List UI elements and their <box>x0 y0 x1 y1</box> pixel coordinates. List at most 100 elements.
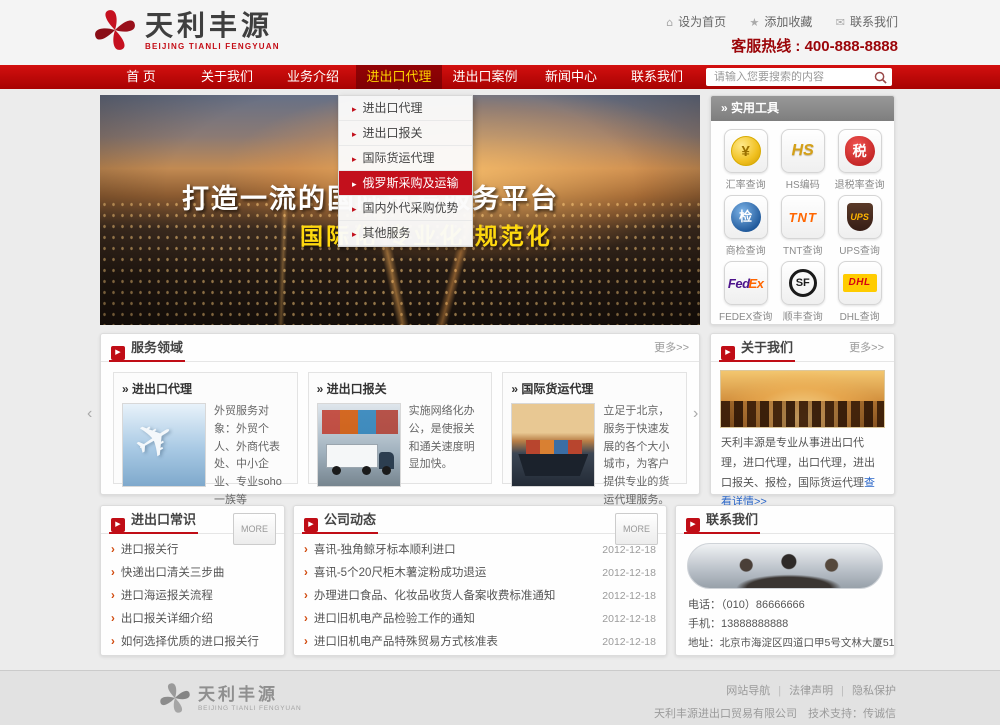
list-item[interactable]: ›出口报关详细介绍 <box>111 608 274 631</box>
tool-ups[interactable]: UPSUPS查询 <box>833 195 886 257</box>
list-item[interactable]: ›如何选择优质的进口报关行 <box>111 631 274 654</box>
truck-image <box>317 403 401 487</box>
list-item[interactable]: ›快递出口清关三步曲 <box>111 562 274 585</box>
about-header: ▶关于我们 更多>> <box>711 334 894 362</box>
search-icon[interactable] <box>874 71 887 84</box>
dropdown-item[interactable]: ▸其他服务 <box>339 221 472 246</box>
arrow-bullet-icon: ▸ <box>352 229 357 239</box>
carousel-left-arrow[interactable]: ‹ <box>87 406 92 422</box>
truck-wheel <box>382 466 391 475</box>
tool-sf-express[interactable]: SF顺丰查询 <box>776 261 829 323</box>
bullet-icon: › <box>111 631 115 654</box>
about-section: ▶关于我们 更多>> 天利丰源是专业从事进出口代理，进口代理，出口代理，进出口报… <box>710 333 895 495</box>
mail-icon: ✉ <box>836 16 845 29</box>
footer-link-sitemap[interactable]: 网站导航 <box>726 685 770 697</box>
tool-fedex[interactable]: FedExFEDEX查询 <box>719 261 772 323</box>
news-item[interactable]: ›进口旧机电产品特殊贸易方式核准表2012-12-18 <box>304 631 656 654</box>
news-item[interactable]: ›进口旧机电产品检验工作的通知2012-12-18 <box>304 608 656 631</box>
dropdown-item[interactable]: ▸进出口报关 <box>339 121 472 146</box>
title-underline <box>684 532 760 534</box>
contact-section: ▶联系我们 电话：（010）86666666 手机：13888888888 地址… <box>675 505 895 656</box>
service-card-customs[interactable]: » 进出口报关 实施网络化办公，是使报关和通关速度明显加快。 <box>308 372 493 484</box>
bullet-icon: › <box>304 539 308 562</box>
sf-express-logo-icon: SF <box>789 269 817 297</box>
tax-rebate-icon: 税 <box>845 136 875 166</box>
title-underline <box>109 360 185 362</box>
news-item[interactable]: ›办理进口食品、化妆品收货人备案收费标准通知2012-12-18 <box>304 585 656 608</box>
about-more-link[interactable]: 更多>> <box>849 334 884 362</box>
news-item[interactable]: ›喜讯-独角鲸牙标本顺利进口2012-12-18 <box>304 539 656 562</box>
dropdown-item[interactable]: ▸进出口代理 <box>339 96 472 121</box>
tool-tnt[interactable]: TNTTNT查询 <box>776 195 829 257</box>
services-title: 服务领域 <box>131 340 183 355</box>
nav-item-business[interactable]: 业务介绍 <box>270 65 356 89</box>
set-homepage-link[interactable]: ⌂设为首页 <box>666 15 726 29</box>
services-section: ▶ 服务领域 更多>> » 进出口代理 ✈ 外贸服务对象：外贸个人、外商代表处、中… <box>100 333 700 495</box>
news-header: ▶公司动态 MORE <box>294 506 666 534</box>
news-title: 公司动态 <box>324 512 376 527</box>
contact-us-link[interactable]: ✉联系我们 <box>836 15 898 29</box>
ups-logo-icon: UPS <box>847 203 873 231</box>
quick-links: ⌂设为首页 ★添加收藏 ✉联系我们 <box>646 13 898 30</box>
bullet-icon: › <box>304 631 308 654</box>
about-title: 关于我们 <box>741 340 793 355</box>
list-item[interactable]: ›进口海运报关流程 <box>111 585 274 608</box>
tool-exchange-rate[interactable]: ¥汇率查询 <box>719 129 772 191</box>
tool-tax-rebate[interactable]: 税退税率查询 <box>833 129 886 191</box>
separator: | <box>778 685 781 697</box>
nav-item-import-export-agency[interactable]: 进出口代理 <box>356 65 442 89</box>
tools-grid: ¥汇率查询 HSHS编码 税退税率查询 检商检查询 TNTTNT查询 UPSUP… <box>711 121 894 331</box>
knowledge-section: ▶进出口常识 MORE ›进口报关行 ›快递出口清关三步曲 ›进口海运报关流程 … <box>100 505 285 656</box>
news-list: ›喜讯-独角鲸牙标本顺利进口2012-12-18 ›喜讯-5个20尺柜木薯淀粉成… <box>294 534 666 654</box>
search-input[interactable] <box>714 71 874 83</box>
knowledge-title: 进出口常识 <box>131 512 196 527</box>
nav-item-contact[interactable]: 联系我们 <box>614 65 700 89</box>
title-underline <box>109 532 198 534</box>
office-people-image <box>687 543 883 589</box>
bullet-icon: › <box>111 585 115 608</box>
tool-inspection[interactable]: 检商检查询 <box>719 195 772 257</box>
bullet-icon: › <box>111 562 115 585</box>
arrow-bullet-icon: ▸ <box>352 179 357 189</box>
dropdown-item-active[interactable]: ▸俄罗斯采购及运输 <box>339 171 472 196</box>
home-icon: ⌂ <box>666 16 673 29</box>
contact-title: 联系我们 <box>706 512 758 527</box>
airplane-image: ✈ <box>122 403 206 487</box>
knowledge-list: ›进口报关行 ›快递出口清关三步曲 ›进口海运报关流程 ›出口报关详细介绍 ›如… <box>101 534 284 654</box>
tools-panel-title: » 实用工具 <box>711 96 894 121</box>
tool-hs-code[interactable]: HSHS编码 <box>776 129 829 191</box>
dropdown-item[interactable]: ▸国际货运代理 <box>339 146 472 171</box>
knowledge-more-button[interactable]: MORE <box>233 513 276 545</box>
news-item[interactable]: ›喜讯-5个20尺柜木薯淀粉成功退运2012-12-18 <box>304 562 656 585</box>
bullet-icon: › <box>111 539 115 562</box>
services-more-link[interactable]: 更多>> <box>654 334 689 362</box>
dropdown-item[interactable]: ▸国内外代采购优势 <box>339 196 472 221</box>
nav-dropdown-menu: ▸进出口代理 ▸进出口报关 ▸国际货运代理 ▸俄罗斯采购及运输 ▸国内外代采购优… <box>338 95 473 247</box>
news-date: 2012-12-18 <box>602 585 656 608</box>
footer: 天利丰源 BEIJING TIANLI FENGYUAN 网站导航|法律声明|隐… <box>0 670 1000 725</box>
footer-link-privacy[interactable]: 隐私保护 <box>852 685 896 697</box>
main-nav: 首 页 关于我们 业务介绍 进出口代理 进出口案例 新闻中心 联系我们 <box>0 65 1000 89</box>
service-card-freight[interactable]: » 国际货运代理 立足于北京，服务于快速发展的各个大小城市，为客户提供专业的货运… <box>502 372 687 484</box>
footer-link-legal[interactable]: 法律声明 <box>789 685 833 697</box>
airplane-icon: ✈ <box>123 406 187 475</box>
logo-title: 天利丰源 <box>145 10 280 42</box>
section-marker-icon: ▶ <box>111 346 125 360</box>
separator: | <box>841 685 844 697</box>
nav-item-about[interactable]: 关于我们 <box>184 65 270 89</box>
add-favorite-link[interactable]: ★添加收藏 <box>750 15 813 29</box>
logo[interactable]: 天利丰源 BEIJING TIANLI FENGYUAN <box>92 7 280 53</box>
contact-mobile: 手机：13888888888 <box>676 615 894 634</box>
nav-item-news[interactable]: 新闻中心 <box>528 65 614 89</box>
service-card-agency[interactable]: » 进出口代理 ✈ 外贸服务对象：外贸个人、外商代表处、中小企业、专业soho一… <box>113 372 298 484</box>
logo-subtitle: BEIJING TIANLI FENGYUAN <box>145 42 280 51</box>
news-more-button[interactable]: MORE <box>615 513 658 545</box>
nav-item-cases[interactable]: 进出口案例 <box>442 65 528 89</box>
nav-item-home[interactable]: 首 页 <box>98 65 184 89</box>
tnt-logo-icon: TNT <box>789 210 817 225</box>
footer-right: 网站导航|法律声明|隐私保护 天利丰源进出口贸易有限公司 技术支持：传诚信 <box>654 682 896 721</box>
tool-dhl[interactable]: DHLDHL查询 <box>833 261 886 323</box>
star-icon: ★ <box>750 16 760 29</box>
nav-items: 首 页 关于我们 业务介绍 进出口代理 进出口案例 新闻中心 联系我们 <box>98 65 700 89</box>
carousel-right-arrow[interactable]: › <box>693 406 698 422</box>
